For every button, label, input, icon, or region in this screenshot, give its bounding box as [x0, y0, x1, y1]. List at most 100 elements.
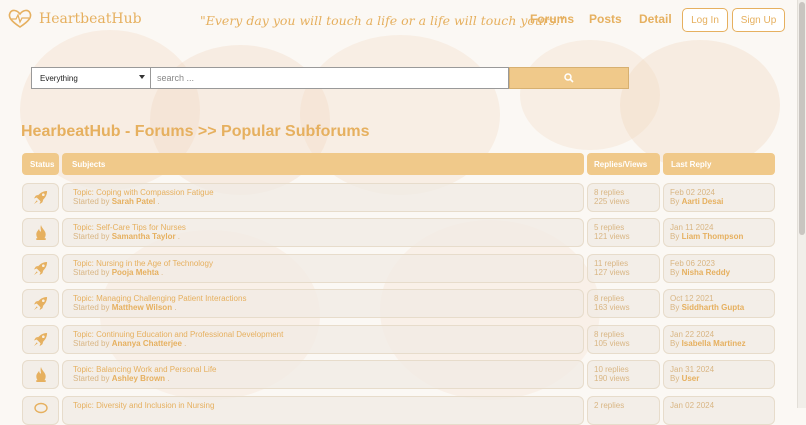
- status-cell: [22, 254, 59, 283]
- last-reply-date: Jan 22 2024: [670, 330, 715, 339]
- fire-icon: [35, 225, 46, 240]
- started-by-label: Started by: [73, 374, 110, 383]
- last-reply-date: Jan 31 2024: [670, 365, 715, 374]
- views-count: 163 views: [594, 303, 630, 312]
- table-row-subject: Topic: Diversity and Inclusion in Nursin…: [62, 396, 584, 425]
- replies-count: 8 replies: [594, 188, 625, 197]
- last-reply-user[interactable]: Isabella Martinez: [682, 339, 746, 348]
- scrollbar[interactable]: [797, 0, 806, 408]
- search-category-select[interactable]: Everything: [31, 67, 151, 89]
- search-category-value: Everything: [40, 73, 78, 83]
- header-subjects: Subjects: [62, 153, 584, 175]
- table-row-subject: Topic: Balancing Work and Personal Life …: [62, 360, 584, 389]
- table-row-replies: 10 replies 190 views: [587, 360, 660, 389]
- started-by-label: Started by: [73, 339, 110, 348]
- by-label: By: [670, 339, 680, 348]
- author-link[interactable]: Samantha Taylor: [112, 232, 176, 241]
- rocket-icon: [33, 261, 48, 276]
- views-count: 190 views: [594, 374, 630, 383]
- status-cell: [22, 289, 59, 318]
- comment-icon: [33, 402, 48, 414]
- topic-link[interactable]: Topic: Self-Care Tips for Nurses: [73, 223, 583, 232]
- table-row-replies: 8 replies 105 views: [587, 325, 660, 354]
- last-reply-user[interactable]: Nisha Reddy: [682, 268, 730, 277]
- table-row-last-reply: Jan 02 2024: [663, 396, 775, 425]
- fire-icon: [35, 367, 46, 382]
- replies-count: 8 replies: [594, 330, 625, 339]
- author-link[interactable]: Matthew Wilson: [112, 303, 172, 312]
- nav-forums[interactable]: Forums: [530, 12, 574, 26]
- table-row-subject: Topic: Coping with Compassion Fatigue St…: [62, 183, 584, 212]
- chevron-down-icon: [139, 75, 145, 79]
- login-button[interactable]: Log In: [682, 8, 728, 32]
- author-link[interactable]: Sarah Patel: [112, 197, 156, 206]
- topic-link[interactable]: Topic: Continuing Education and Professi…: [73, 330, 583, 339]
- by-label: By: [670, 374, 680, 383]
- signup-button[interactable]: Sign Up: [732, 8, 785, 32]
- scrollbar-thumb[interactable]: [799, 2, 805, 235]
- last-reply-date: Jan 11 2024: [670, 223, 714, 232]
- nav-detail[interactable]: Detail: [639, 12, 672, 26]
- table-row-subject: Topic: Self-Care Tips for Nurses Started…: [62, 218, 584, 247]
- by-label: By: [670, 232, 680, 241]
- last-reply-user[interactable]: Aarti Desai: [682, 197, 724, 206]
- status-cell: [22, 396, 59, 425]
- nav-posts[interactable]: Posts: [589, 12, 622, 26]
- last-reply-date: Feb 06 2023: [670, 259, 715, 268]
- by-label: By: [670, 303, 680, 312]
- views-count: 127 views: [594, 268, 630, 277]
- views-count: 105 views: [594, 339, 630, 348]
- started-by-label: Started by: [73, 197, 110, 206]
- header-last-reply: Last Reply: [663, 153, 775, 175]
- last-reply-user[interactable]: Siddharth Gupta: [682, 303, 745, 312]
- header-replies-views: Replies/Views: [587, 153, 660, 175]
- author-link[interactable]: Ashley Brown: [112, 374, 165, 383]
- status-cell: [22, 218, 59, 247]
- author-link[interactable]: Ananya Chatterjee: [112, 339, 182, 348]
- tagline: "Every day you will touch a life or a li…: [200, 13, 566, 28]
- topic-link[interactable]: Topic: Managing Challenging Patient Inte…: [73, 294, 583, 303]
- by-label: By: [670, 268, 680, 277]
- logo-text: HeartbeatHub: [39, 11, 142, 27]
- topic-link[interactable]: Topic: Nursing in the Age of Technology: [73, 259, 583, 268]
- topic-link[interactable]: Topic: Balancing Work and Personal Life: [73, 365, 583, 374]
- table-row-last-reply: Jan 22 2024 By Isabella Martinez: [663, 325, 775, 354]
- views-count: 225 views: [594, 197, 630, 206]
- started-by-label: Started by: [73, 232, 110, 241]
- last-reply-date: Oct 12 2021: [670, 294, 714, 303]
- rocket-icon: [33, 332, 48, 347]
- heart-logo-icon: [7, 9, 33, 29]
- last-reply-user[interactable]: User: [682, 374, 700, 383]
- author-link[interactable]: Pooja Mehta: [112, 268, 159, 277]
- replies-count: 8 replies: [594, 294, 625, 303]
- started-by-label: Started by: [73, 268, 110, 277]
- started-by-label: Started by: [73, 303, 110, 312]
- table-row-last-reply: Jan 11 2024 By Liam Thompson: [663, 218, 775, 247]
- table-row-replies: 11 replies 127 views: [587, 254, 660, 283]
- table-row-last-reply: Feb 06 2023 By Nisha Reddy: [663, 254, 775, 283]
- rocket-icon: [33, 190, 48, 205]
- table-row-subject: Topic: Managing Challenging Patient Inte…: [62, 289, 584, 318]
- table-row-replies: 2 replies: [587, 396, 660, 425]
- table-row-replies: 8 replies 225 views: [587, 183, 660, 212]
- status-cell: [22, 360, 59, 389]
- topic-link[interactable]: Topic: Diversity and Inclusion in Nursin…: [73, 401, 583, 410]
- status-cell: [22, 183, 59, 212]
- table-row-replies: 5 replies 121 views: [587, 218, 660, 247]
- replies-count: 5 replies: [594, 223, 625, 232]
- replies-count: 2 replies: [594, 401, 625, 410]
- header-status: Status: [22, 153, 59, 175]
- views-count: 121 views: [594, 232, 630, 241]
- search-input[interactable]: search ...: [151, 67, 509, 89]
- replies-count: 11 replies: [594, 259, 629, 268]
- topic-link[interactable]: Topic: Coping with Compassion Fatigue: [73, 188, 583, 197]
- table-row-subject: Topic: Nursing in the Age of Technology …: [62, 254, 584, 283]
- search-icon: [564, 73, 574, 83]
- table-row-subject: Topic: Continuing Education and Professi…: [62, 325, 584, 354]
- last-reply-date: Jan 02 2024: [670, 401, 715, 410]
- last-reply-date: Feb 02 2024: [670, 188, 715, 197]
- search-button[interactable]: [509, 67, 629, 89]
- logo[interactable]: HeartbeatHub: [7, 9, 142, 29]
- status-cell: [22, 325, 59, 354]
- last-reply-user[interactable]: Liam Thompson: [682, 232, 744, 241]
